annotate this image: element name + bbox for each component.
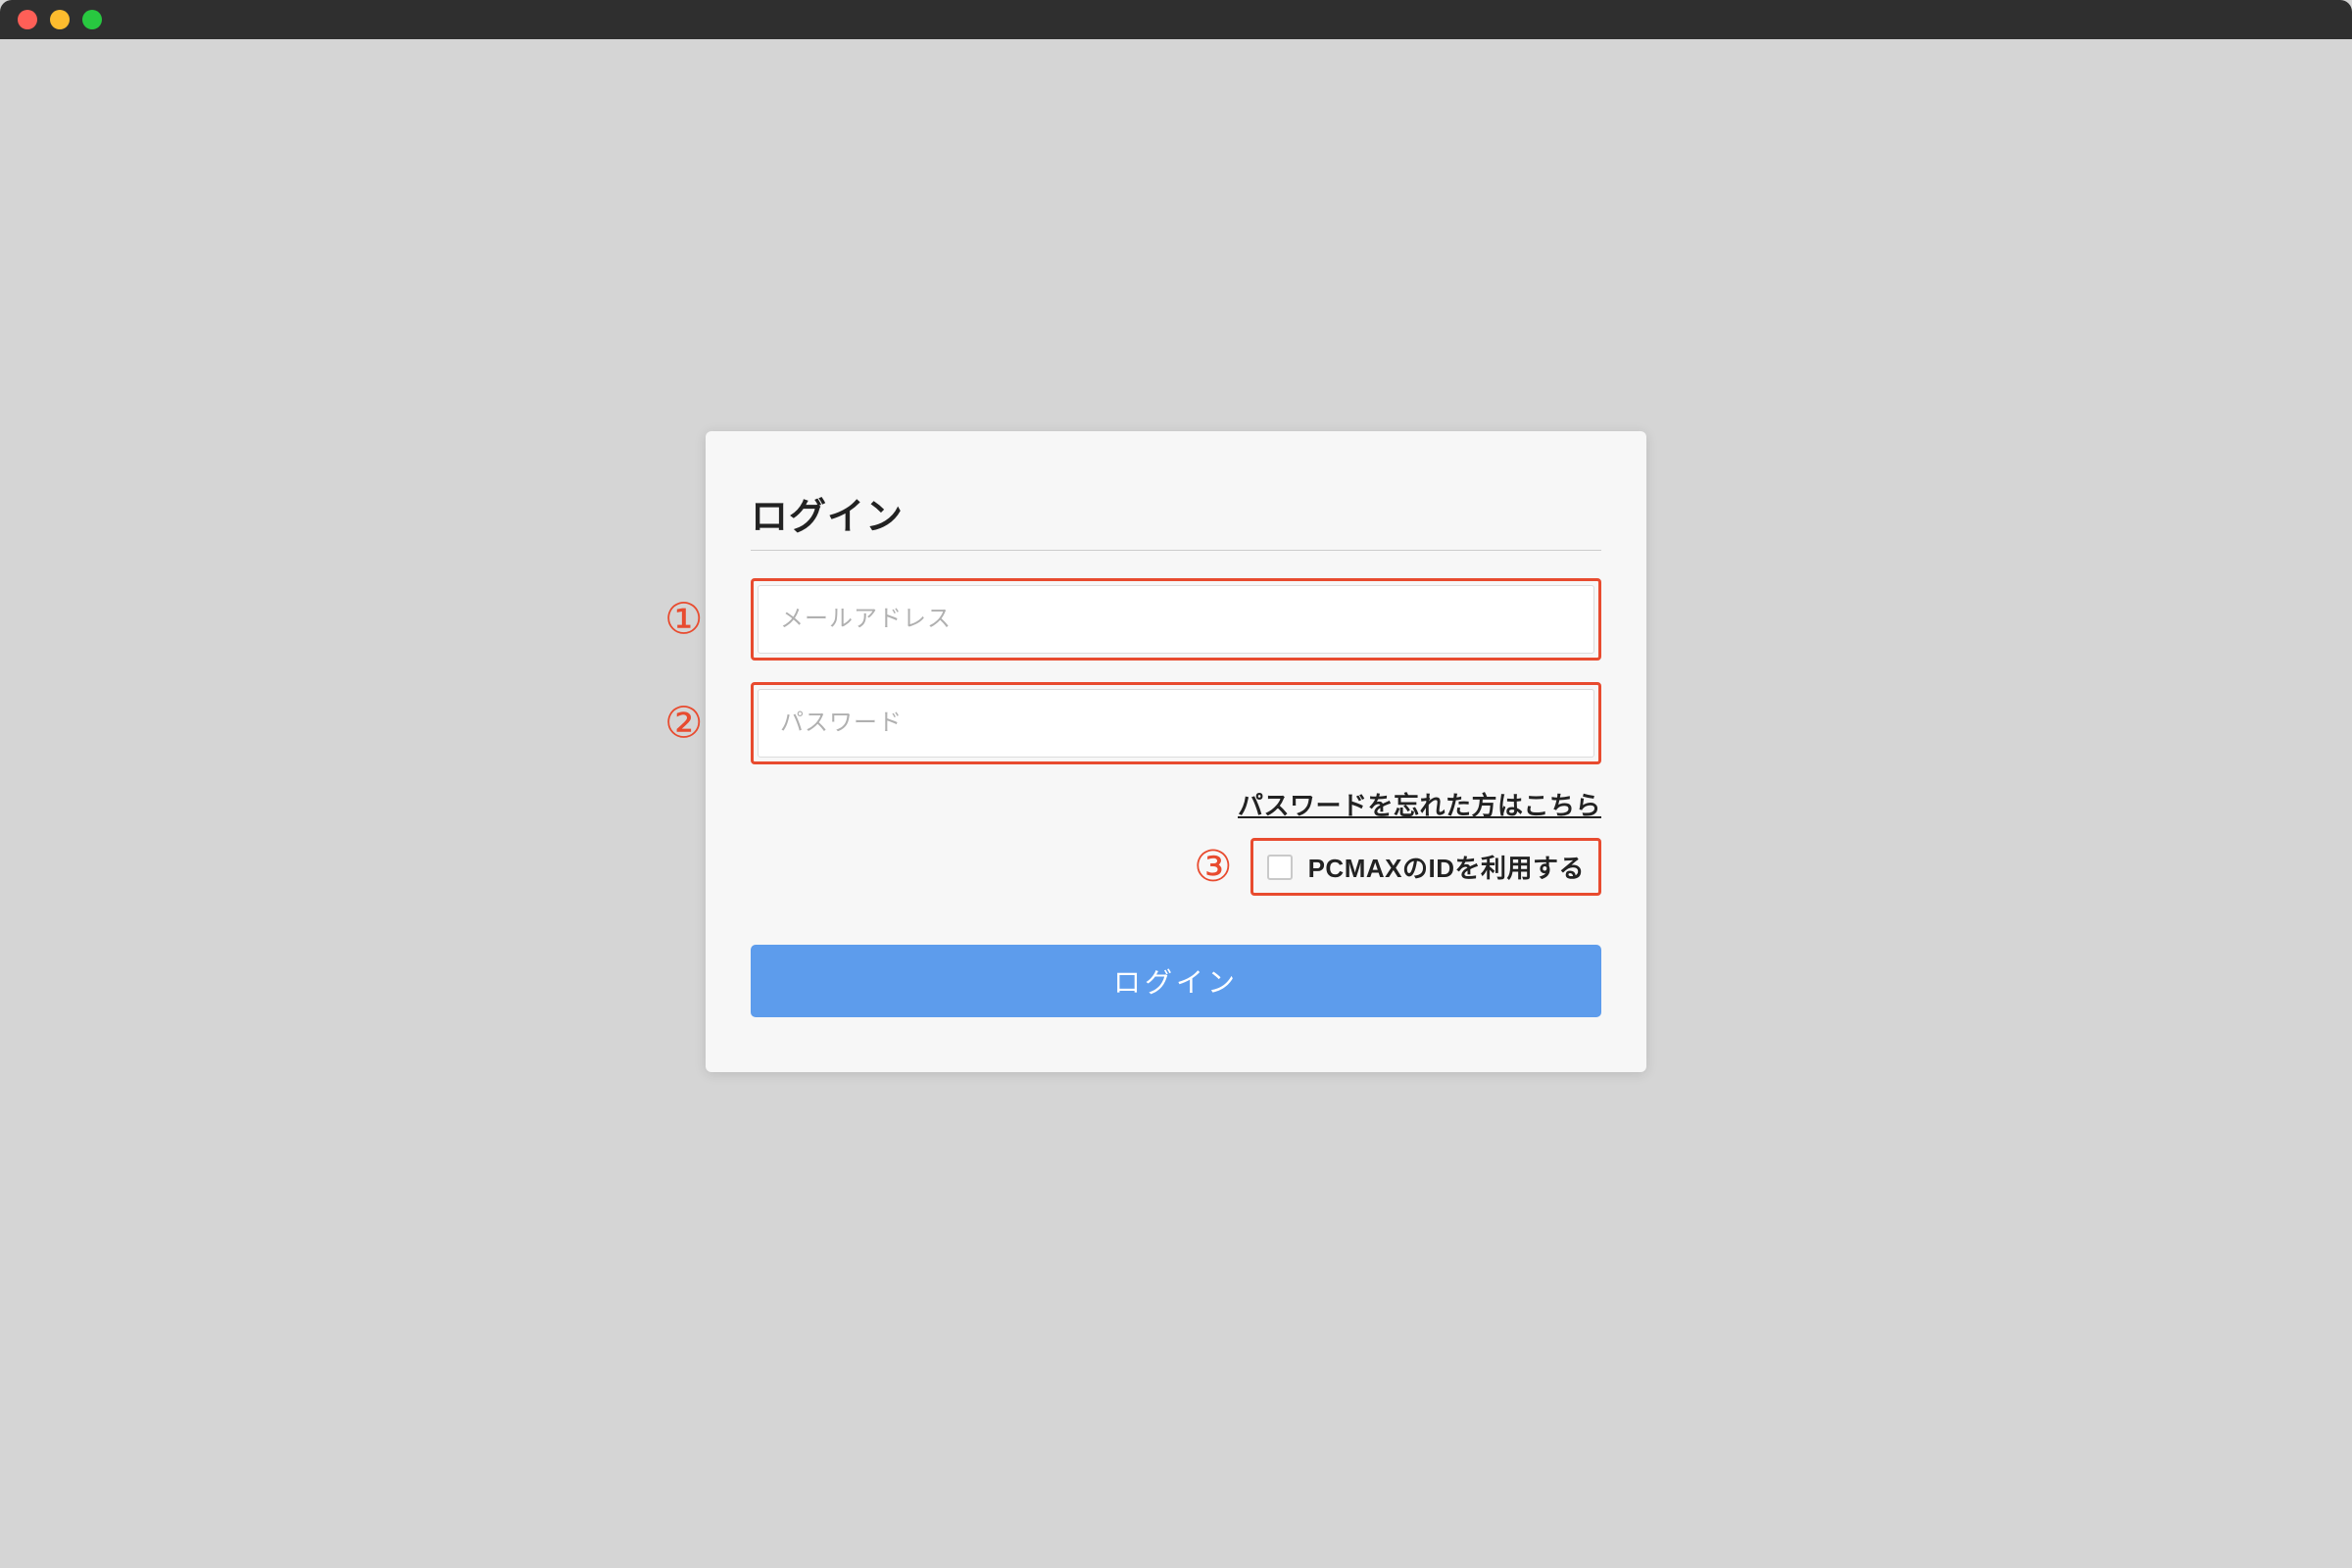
close-icon[interactable] bbox=[18, 10, 37, 29]
email-input[interactable] bbox=[758, 585, 1594, 654]
forgot-row: パスワードを忘れた方はこちら bbox=[751, 786, 1601, 822]
password-field-wrap: ② bbox=[751, 682, 1601, 764]
use-id-highlight: PCMAXのIDを利用する bbox=[1250, 838, 1601, 896]
annotation-one: ① bbox=[664, 595, 703, 645]
forgot-password-link[interactable]: パスワードを忘れた方はこちら bbox=[1238, 786, 1601, 822]
minimize-icon[interactable] bbox=[50, 10, 70, 29]
use-id-row: ③ PCMAXのIDを利用する bbox=[751, 838, 1601, 896]
email-highlight bbox=[751, 578, 1601, 661]
use-id-checkbox[interactable] bbox=[1267, 855, 1293, 880]
use-id-label: PCMAXのIDを利用する bbox=[1308, 849, 1585, 885]
content-area: ログイン ① ② パスワードを忘れた方はこちら ③ P bbox=[0, 39, 2352, 1568]
login-card: ログイン ① ② パスワードを忘れた方はこちら ③ P bbox=[706, 431, 1646, 1072]
login-button[interactable]: ログイン bbox=[751, 945, 1601, 1017]
password-input[interactable] bbox=[758, 689, 1594, 758]
email-field-wrap: ① bbox=[751, 578, 1601, 661]
password-highlight bbox=[751, 682, 1601, 764]
annotation-three: ③ bbox=[1194, 842, 1232, 892]
titlebar bbox=[0, 0, 2352, 39]
annotation-two: ② bbox=[664, 699, 703, 749]
form-title: ログイン bbox=[751, 486, 1601, 551]
app-window: ログイン ① ② パスワードを忘れた方はこちら ③ P bbox=[0, 0, 2352, 1568]
maximize-icon[interactable] bbox=[82, 10, 102, 29]
